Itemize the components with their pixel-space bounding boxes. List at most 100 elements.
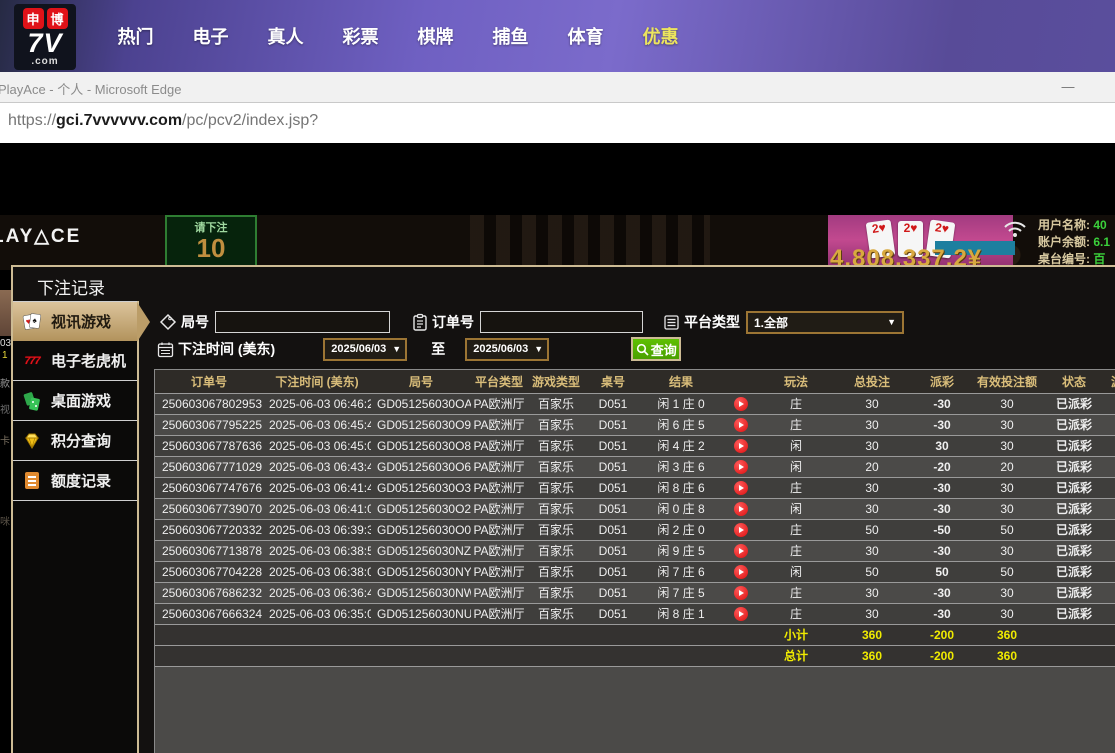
replay-button[interactable] — [734, 607, 748, 621]
sidebar-item-live-games[interactable]: ♥♠ 视讯游戏 — [13, 301, 137, 341]
sidebar-item-points-query[interactable]: 积分查询 — [13, 421, 137, 461]
clipboard-icon — [412, 313, 428, 331]
cell-bet: 30 — [831, 414, 913, 435]
replay-button[interactable] — [734, 418, 748, 432]
cell-valid: 30 — [971, 603, 1043, 624]
nav-item-lottery[interactable]: 彩票 — [323, 23, 398, 49]
platform-type-label: 平台类型 — [684, 312, 740, 332]
cell-payout: -30 — [913, 603, 971, 624]
replay-button[interactable] — [734, 565, 748, 579]
cell-result: 闲 6 庄 5 — [641, 414, 721, 435]
replay-button[interactable] — [734, 397, 748, 411]
nav-item-fishing[interactable]: 捕鱼 — [473, 23, 548, 49]
wifi-icon — [1003, 220, 1027, 243]
table-row: 2506030676862322025-06-03 06:36:40GD0512… — [155, 582, 1115, 603]
sidebar-item-label: 积分查询 — [51, 430, 111, 451]
window-title: PlayAce - 个人 - Microsoft Edge — [0, 79, 182, 98]
cell-table: D051 — [585, 435, 641, 456]
cell-order: 250603067713878 — [155, 540, 263, 561]
cell-round: GD051256030OA — [371, 393, 471, 414]
search-button[interactable]: 查询 — [631, 337, 681, 361]
platform-type-select[interactable]: 1.全部 ▼ — [746, 311, 904, 334]
subtotal-valid: 360 — [971, 624, 1043, 645]
cell-payout: -30 — [913, 582, 971, 603]
cell-round: GD051256030NZ — [371, 540, 471, 561]
replay-button[interactable] — [734, 544, 748, 558]
cell-replay — [721, 519, 761, 540]
casino-backdrop — [470, 215, 710, 270]
total-label: 总计 — [761, 645, 831, 666]
round-number-label: 局号 — [181, 312, 209, 332]
sidebar-item-label: 电子老虎机 — [51, 350, 126, 371]
replay-button[interactable] — [734, 502, 748, 516]
cell-game: 百家乐 — [527, 414, 585, 435]
site-top-nav: 申 博 7V .com 热门 电子 真人 彩票 棋牌 捕鱼 体育 优惠 — [0, 0, 1115, 72]
cell-game: 百家乐 — [527, 456, 585, 477]
cell-round: GD051256030NW — [371, 582, 471, 603]
nav-item-sports[interactable]: 体育 — [548, 23, 623, 49]
cell-order: 250603067795225 — [155, 414, 263, 435]
cell-result: 闲 8 庄 1 — [641, 603, 721, 624]
order-number-input[interactable] — [480, 311, 643, 333]
date-to-value: 2025/06/03 — [473, 343, 528, 355]
total-valid: 360 — [971, 645, 1043, 666]
cell-order: 250603067747676 — [155, 477, 263, 498]
cell-bet: 30 — [831, 498, 913, 519]
browser-url-bar[interactable]: https://gci.7vvvvvv.com/pc/pcv2/index.js… — [0, 103, 1115, 143]
cell-time: 2025-06-03 06:45:45 — [263, 414, 371, 435]
cell-time: 2025-06-03 06:46:27 — [263, 393, 371, 414]
nav-item-promo[interactable]: 优惠 — [623, 23, 698, 49]
sidebar-item-quota-records[interactable]: 额度记录 — [13, 461, 137, 501]
table-header-row: 订单号 下注时间 (美东) 局号 平台类型 游戏类型 桌号 结果 玩法 总投注 … — [155, 370, 1115, 393]
replay-button[interactable] — [734, 439, 748, 453]
nav-item-cards[interactable]: 棋牌 — [398, 23, 473, 49]
site-logo[interactable]: 申 博 7V .com — [14, 4, 76, 70]
cell-order: 250603067666324 — [155, 603, 263, 624]
cell-status: 已派彩 — [1043, 603, 1105, 624]
background-text-fragment: 咪 — [0, 513, 11, 528]
col-header-payout: 派彩 — [913, 370, 971, 393]
cell-bet: 50 — [831, 561, 913, 582]
url-domain: gci.7vvvvvv.com — [56, 112, 182, 129]
cell-cutoff — [1105, 456, 1115, 477]
cell-status: 已派彩 — [1043, 477, 1105, 498]
col-header-total-bet: 总投注 — [831, 370, 913, 393]
cell-valid: 30 — [971, 393, 1043, 414]
cell-platform: PA欧洲厅 — [471, 519, 527, 540]
col-header-replay — [721, 370, 761, 393]
sidebar-item-slot-machines[interactable]: 777 电子老虎机 — [13, 341, 137, 381]
nav-item-slots[interactable]: 电子 — [173, 23, 248, 49]
date-to-select[interactable]: 2025/06/03 ▼ — [465, 338, 549, 361]
replay-button[interactable] — [734, 460, 748, 474]
bet-countdown-box: 请下注 10 — [165, 215, 257, 270]
cell-game: 百家乐 — [527, 477, 585, 498]
date-from-select[interactable]: 2025/06/03 ▼ — [323, 338, 407, 361]
calendar-icon — [157, 341, 174, 358]
col-header-game-type: 游戏类型 — [527, 370, 585, 393]
cell-play: 庄 — [761, 414, 831, 435]
cell-valid: 30 — [971, 435, 1043, 456]
col-header-platform: 平台类型 — [471, 370, 527, 393]
replay-button[interactable] — [734, 586, 748, 600]
round-number-input[interactable] — [215, 311, 390, 333]
browser-title-bar: PlayAce - 个人 - Microsoft Edge — — [0, 72, 1115, 103]
order-number-label: 订单号 — [432, 312, 474, 332]
nav-item-hot[interactable]: 热门 — [98, 23, 173, 49]
cell-platform: PA欧洲厅 — [471, 477, 527, 498]
col-header-order: 订单号 — [155, 370, 263, 393]
cell-table: D051 — [585, 393, 641, 414]
minimize-button[interactable]: — — [1058, 84, 1078, 92]
cell-time: 2025-06-03 06:36:40 — [263, 582, 371, 603]
cell-order: 250603067704228 — [155, 561, 263, 582]
cell-round: GD051256030NY — [371, 561, 471, 582]
nav-item-live[interactable]: 真人 — [248, 23, 323, 49]
table-row: 2506030677952252025-06-03 06:45:45GD0512… — [155, 414, 1115, 435]
cards-icon: ♥♠ — [22, 311, 42, 331]
logo-badge-shen: 申 — [23, 8, 44, 29]
replay-button[interactable] — [734, 481, 748, 495]
replay-button[interactable] — [734, 523, 748, 537]
sidebar-item-table-games[interactable]: 桌面游戏 — [13, 381, 137, 421]
cell-table: D051 — [585, 582, 641, 603]
cell-play: 庄 — [761, 477, 831, 498]
cell-order: 250603067739070 — [155, 498, 263, 519]
